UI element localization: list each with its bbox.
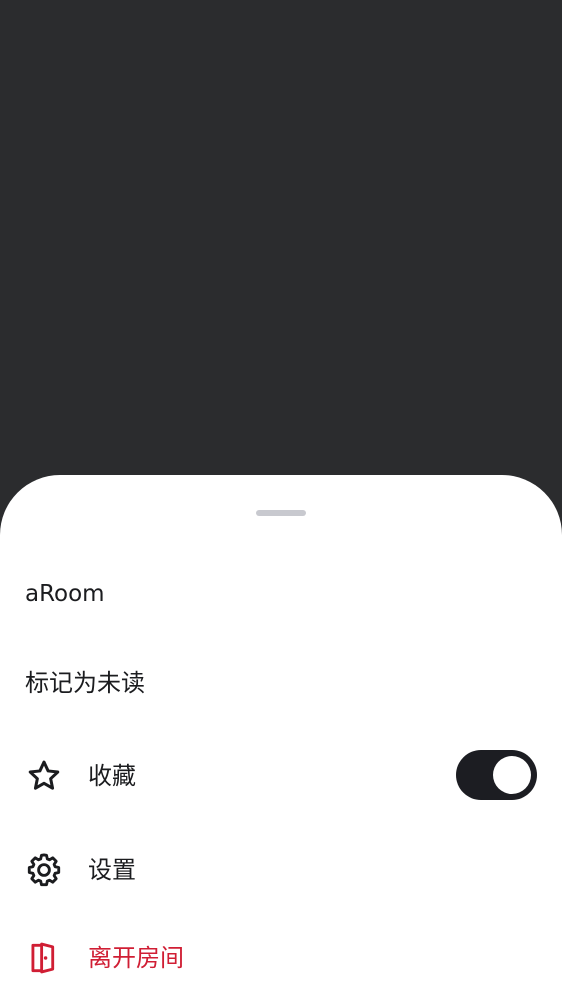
gear-icon (25, 851, 63, 889)
leave-room-item[interactable]: 离开房间 (0, 923, 562, 993)
room-options-bottom-sheet: aRoom 标记为未读 收藏 设置 离开房间 (0, 475, 562, 1000)
door-exit-icon (25, 939, 63, 977)
room-name-title: aRoom (25, 581, 105, 607)
settings-label: 设置 (88, 856, 136, 884)
settings-item[interactable]: 设置 (0, 835, 562, 905)
star-icon (25, 757, 63, 795)
favourite-toggle[interactable] (456, 750, 537, 800)
drag-handle[interactable] (256, 510, 306, 516)
leave-room-label: 离开房间 (88, 944, 184, 972)
mark-as-unread-label: 标记为未读 (25, 669, 145, 697)
toggle-knob (493, 756, 531, 794)
favourite-label: 收藏 (88, 762, 136, 790)
favourite-item[interactable]: 收藏 (0, 741, 562, 811)
mark-as-unread-item[interactable]: 标记为未读 (0, 648, 562, 718)
